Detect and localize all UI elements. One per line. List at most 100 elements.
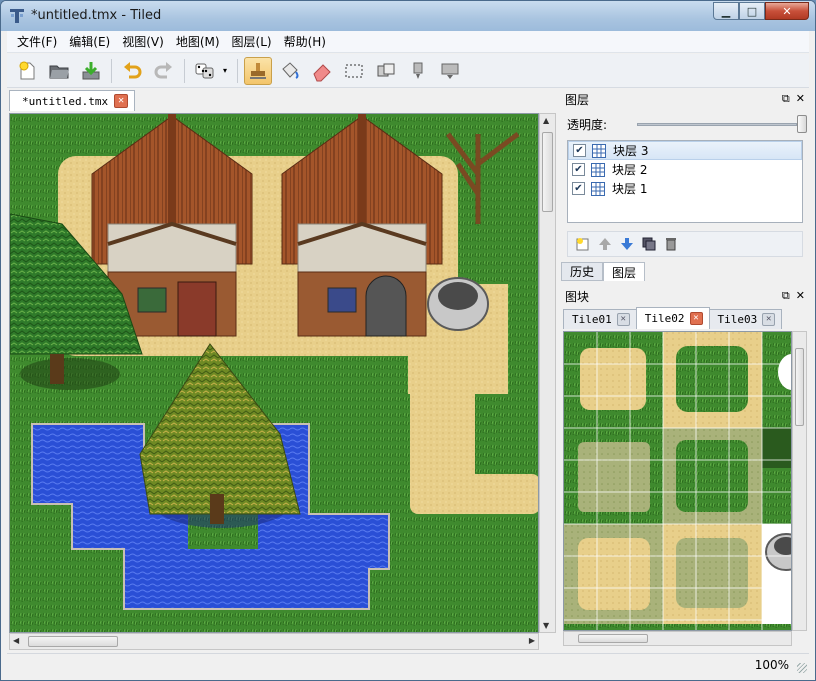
- tab-tileset-tile03[interactable]: Tile03 ✕: [708, 309, 783, 329]
- menu-bar: 文件(F) 编辑(E) 视图(V) 地图(M) 图层(L) 帮助(H): [7, 31, 809, 53]
- open-file-button[interactable]: [45, 57, 73, 85]
- resize-grip[interactable]: [797, 663, 807, 673]
- scroll-down-icon[interactable]: ▼: [543, 621, 549, 630]
- eraser-button[interactable]: [308, 57, 336, 85]
- redo-icon: [154, 61, 172, 78]
- layer-row[interactable]: ✔ 块层 1: [568, 179, 802, 198]
- scroll-thumb[interactable]: [578, 634, 648, 643]
- ellipse-select-icon: [441, 63, 459, 79]
- map-canvas[interactable]: [9, 113, 539, 633]
- minimize-button[interactable]: ▁: [713, 2, 739, 20]
- tileset-vertical-scrollbar[interactable]: [792, 331, 807, 631]
- close-icon[interactable]: ✕: [114, 94, 129, 108]
- tileset-view[interactable]: [563, 331, 792, 631]
- zoom-level[interactable]: 100%: [755, 658, 789, 672]
- close-button[interactable]: ✕: [765, 2, 809, 20]
- bucket-fill-button[interactable]: [276, 57, 304, 85]
- close-icon[interactable]: ✕: [616, 313, 630, 326]
- layer-name: 块层 1: [612, 182, 648, 196]
- delete-layer-button[interactable]: [660, 233, 682, 255]
- tileset-tab-label: Tile03: [717, 313, 758, 326]
- layer-visibility-checkbox[interactable]: ✔: [573, 144, 586, 157]
- tile-layer-icon: [591, 181, 605, 196]
- main-toolbar: ▾: [7, 54, 809, 88]
- tilesets-panel: 图块 ⧉ ✕ Tile01 ✕ Tile02 ✕ Tile03 ✕: [561, 286, 809, 651]
- opacity-slider-track[interactable]: [637, 123, 797, 126]
- move-layer-down-icon: [621, 238, 633, 250]
- scroll-right-icon[interactable]: ▶: [529, 636, 535, 645]
- status-bar: 100%: [7, 653, 809, 675]
- eraser-icon: [313, 63, 331, 81]
- duplicate-layer-icon: [642, 237, 656, 251]
- float-icon[interactable]: ⧉: [782, 92, 790, 106]
- tileset-tabs: Tile01 ✕ Tile02 ✕ Tile03 ✕: [563, 307, 807, 329]
- menu-help[interactable]: 帮助(H): [278, 33, 332, 50]
- select-same-tile-icon: [377, 63, 395, 76]
- title-bar[interactable]: *untitled.tmx - Tiled ▁ □ ✕: [1, 1, 815, 31]
- map-horizontal-scrollbar[interactable]: ◀ ▶: [9, 633, 539, 650]
- tab-tileset-tile01[interactable]: Tile01 ✕: [563, 309, 637, 329]
- map-vertical-scrollbar[interactable]: ▲ ▼: [539, 113, 556, 633]
- layer-row[interactable]: ✔ 块层 3: [568, 141, 802, 160]
- close-icon[interactable]: ✕: [762, 313, 776, 326]
- move-layer-down-button[interactable]: [616, 233, 638, 255]
- tab-layers[interactable]: 图层: [603, 262, 646, 281]
- rect-select-icon: [345, 64, 363, 77]
- save-button[interactable]: [77, 57, 105, 85]
- toolbar-separator: [184, 58, 185, 83]
- menu-file[interactable]: 文件(F): [11, 33, 63, 50]
- menu-map[interactable]: 地图(M): [170, 33, 226, 50]
- layers-dock-tabs: 历史 图层: [561, 262, 809, 282]
- bucket-fill-icon: [282, 61, 299, 79]
- rect-select-button[interactable]: [340, 57, 368, 85]
- document-tab-untitled[interactable]: *untitled.tmx ✕: [9, 90, 136, 111]
- tileset-grid[interactable]: [564, 332, 792, 631]
- layers-panel-title: 图层 ⧉ ✕: [561, 89, 809, 109]
- float-icon[interactable]: ⧉: [782, 289, 790, 303]
- close-icon[interactable]: ✕: [689, 312, 703, 325]
- move-layer-up-button[interactable]: [594, 233, 616, 255]
- select-same-tile-button[interactable]: [372, 57, 400, 85]
- undo-icon: [124, 61, 142, 78]
- document-tab-label: *untitled.tmx: [22, 94, 109, 108]
- document-tab-strip: *untitled.tmx ✕: [7, 89, 557, 111]
- close-icon[interactable]: ✕: [796, 289, 805, 303]
- random-mode-dropdown[interactable]: ▾: [223, 66, 231, 75]
- menu-layer[interactable]: 图层(L): [226, 33, 278, 50]
- tileset-tab-label: Tile01: [572, 313, 612, 326]
- layer-visibility-checkbox[interactable]: ✔: [572, 163, 585, 176]
- save-icon: [82, 61, 100, 79]
- scroll-up-icon[interactable]: ▲: [543, 116, 549, 125]
- tileset-horizontal-scrollbar[interactable]: [563, 631, 792, 646]
- magic-wand-button[interactable]: [404, 57, 432, 85]
- menu-view[interactable]: 视图(V): [116, 33, 170, 50]
- layer-name: 块层 2: [612, 163, 648, 177]
- maximize-button[interactable]: □: [739, 2, 765, 20]
- app-window: *untitled.tmx - Tiled ▁ □ ✕ 文件(F) 编辑(E) …: [0, 0, 816, 681]
- stamp-brush-button[interactable]: [244, 56, 272, 85]
- new-layer-icon: [576, 238, 589, 251]
- random-mode-button[interactable]: [191, 57, 219, 85]
- menu-edit[interactable]: 编辑(E): [63, 33, 116, 50]
- scroll-thumb[interactable]: [795, 348, 804, 426]
- tab-history[interactable]: 历史: [561, 262, 604, 281]
- ellipse-select-button[interactable]: [436, 57, 464, 85]
- tab-tileset-tile02[interactable]: Tile02 ✕: [635, 307, 710, 329]
- layer-visibility-checkbox[interactable]: ✔: [572, 182, 585, 195]
- layers-dock-buttons: ⧉ ✕: [782, 92, 805, 106]
- scroll-thumb[interactable]: [28, 636, 118, 647]
- new-layer-button[interactable]: [572, 233, 594, 255]
- undo-button[interactable]: [118, 57, 146, 85]
- new-file-button[interactable]: [13, 57, 41, 85]
- scroll-left-icon[interactable]: ◀: [13, 636, 19, 645]
- redo-button[interactable]: [150, 57, 178, 85]
- scroll-thumb[interactable]: [542, 132, 553, 212]
- tileset-tab-label: Tile02: [644, 312, 685, 325]
- layer-row[interactable]: ✔ 块层 2: [568, 160, 802, 179]
- opacity-row: 透明度:: [567, 115, 807, 133]
- close-icon[interactable]: ✕: [796, 92, 805, 106]
- minimize-icon: ▁: [721, 4, 731, 18]
- opacity-slider-handle[interactable]: [797, 115, 807, 133]
- duplicate-layer-button[interactable]: [638, 233, 660, 255]
- tile-map[interactable]: [10, 114, 539, 633]
